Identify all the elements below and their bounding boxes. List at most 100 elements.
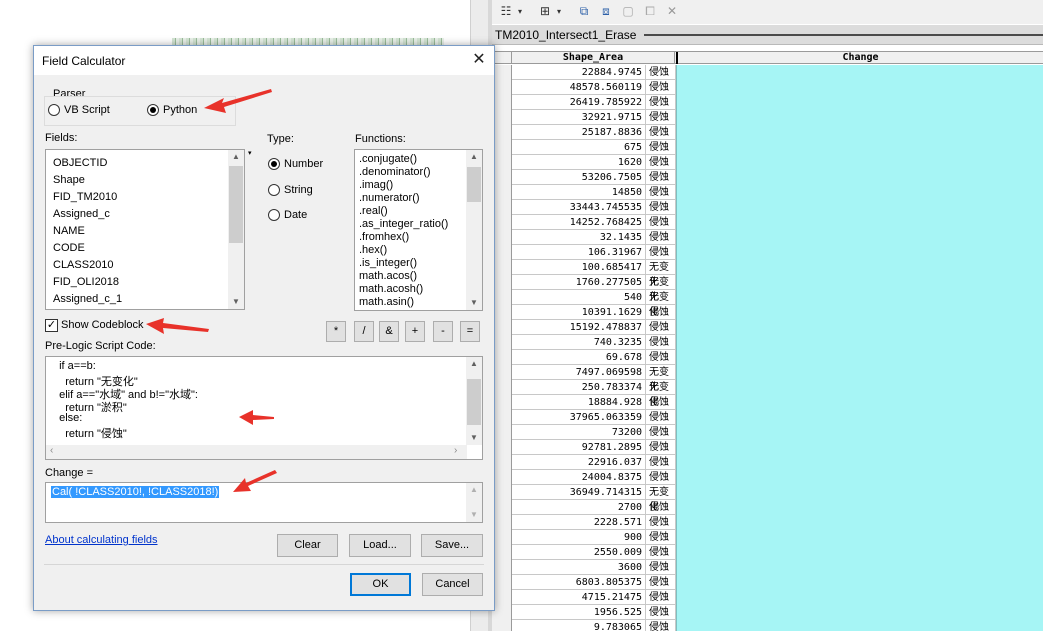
cell-change[interactable]: 侵蚀: [647, 545, 676, 560]
cell-shape-area[interactable]: 25187.8836: [512, 125, 646, 140]
field-item[interactable]: FID_TM2010: [53, 191, 117, 203]
table-row[interactable]: 37965.063359 侵蚀: [492, 410, 1043, 425]
scroll-down-icon[interactable]: ▼: [466, 296, 482, 310]
chevron-down-icon[interactable]: ▾: [248, 149, 252, 157]
cell-shape-area[interactable]: 1620: [512, 155, 646, 170]
scroll-thumb[interactable]: [467, 167, 481, 202]
cell-shape-area[interactable]: 106.31967: [512, 245, 646, 260]
row-selector[interactable]: [492, 365, 512, 380]
select-by-attributes-icon[interactable]: ⧉: [576, 3, 592, 20]
cell-change-highlight[interactable]: [676, 110, 1043, 125]
function-item[interactable]: .denominator(): [359, 166, 431, 178]
row-selector[interactable]: [492, 350, 512, 365]
cell-change[interactable]: 侵蚀: [647, 620, 676, 631]
cell-change[interactable]: 侵蚀: [647, 320, 676, 335]
table-row[interactable]: 69.678 侵蚀: [492, 350, 1043, 365]
cell-shape-area[interactable]: 100.685417: [512, 260, 646, 275]
load-button[interactable]: Load...: [349, 534, 411, 557]
cell-change-highlight[interactable]: [676, 410, 1043, 425]
cell-change-highlight[interactable]: [676, 215, 1043, 230]
cell-change-highlight[interactable]: [676, 455, 1043, 470]
field-item[interactable]: FID_OLI2018: [53, 276, 119, 288]
cell-change[interactable]: 侵蚀: [647, 455, 676, 470]
cell-shape-area[interactable]: 4715.21475: [512, 590, 646, 605]
cell-change[interactable]: 侵蚀: [647, 155, 676, 170]
cell-change-highlight[interactable]: [676, 575, 1043, 590]
table-row[interactable]: 32.1435 侵蚀: [492, 230, 1043, 245]
cell-shape-area[interactable]: 33443.745535: [512, 200, 646, 215]
function-item[interactable]: .imag(): [359, 179, 393, 191]
expression-textarea[interactable]: Cal( !CLASS2010!, !CLASS2018!) ▲ ▼: [45, 482, 483, 523]
row-selector[interactable]: [492, 530, 512, 545]
table-row[interactable]: 2228.571 侵蚀: [492, 515, 1043, 530]
cell-change-highlight[interactable]: [676, 380, 1043, 395]
radio-python[interactable]: [147, 104, 159, 116]
table-row[interactable]: 1760.277505 无变化: [492, 275, 1043, 303]
cell-change[interactable]: 侵蚀: [647, 65, 676, 80]
cell-change[interactable]: 侵蚀: [647, 440, 676, 455]
row-selector[interactable]: [492, 215, 512, 230]
radio-date-label[interactable]: Date: [284, 209, 307, 221]
scroll-down-icon[interactable]: ▼: [466, 431, 482, 445]
cell-change[interactable]: 侵蚀: [647, 515, 676, 530]
prelogic-script-textarea[interactable]: ▲ ▼ ‹ › if a==b: return "无变化" elif a=="水…: [45, 356, 483, 460]
column-header-shape-area[interactable]: Shape_Area: [512, 52, 675, 64]
cell-change-highlight[interactable]: [676, 590, 1043, 605]
function-item[interactable]: .as_integer_ratio(): [359, 218, 448, 230]
zoom-to-selected-icon[interactable]: ⧠: [642, 3, 658, 20]
row-selector[interactable]: [492, 515, 512, 530]
cell-shape-area[interactable]: 18884.928: [512, 395, 646, 410]
row-selector[interactable]: [492, 590, 512, 605]
row-selector[interactable]: [492, 275, 512, 290]
radio-number[interactable]: [268, 158, 280, 170]
row-selector[interactable]: [492, 170, 512, 185]
cell-change-highlight[interactable]: [676, 320, 1043, 335]
scroll-up-icon[interactable]: ▲: [466, 483, 482, 497]
cell-change-highlight[interactable]: [676, 620, 1043, 631]
row-selector[interactable]: [492, 575, 512, 590]
row-selector[interactable]: [492, 470, 512, 485]
cell-change[interactable]: 侵蚀: [647, 335, 676, 350]
cell-change-highlight[interactable]: [676, 335, 1043, 350]
cell-change[interactable]: 侵蚀: [647, 230, 676, 245]
function-item[interactable]: .is_integer(): [359, 257, 417, 269]
table-row[interactable]: 540 无变化: [492, 290, 1043, 318]
cell-change-highlight[interactable]: [676, 305, 1043, 320]
delete-selected-icon[interactable]: ✕: [664, 3, 680, 20]
row-selector[interactable]: [492, 410, 512, 425]
operator-minus-button[interactable]: -: [433, 321, 453, 342]
cell-change-highlight[interactable]: [676, 560, 1043, 575]
field-item[interactable]: CLASS2010: [53, 259, 114, 271]
cell-change[interactable]: 侵蚀: [647, 95, 676, 110]
cell-shape-area[interactable]: 1956.525: [512, 605, 646, 620]
field-item[interactable]: NAME: [53, 225, 85, 237]
table-row[interactable]: 250.783374 无变化: [492, 380, 1043, 408]
cell-shape-area[interactable]: 22884.9745: [512, 65, 646, 80]
function-item[interactable]: math.acos(): [359, 270, 417, 282]
cell-change-highlight[interactable]: [676, 230, 1043, 245]
cell-change[interactable]: 侵蚀: [647, 425, 676, 440]
row-selector[interactable]: [492, 425, 512, 440]
cell-shape-area[interactable]: 250.783374: [512, 380, 646, 395]
cell-change-highlight[interactable]: [676, 260, 1043, 275]
row-selector[interactable]: [492, 485, 512, 500]
related-tables-icon[interactable]: ⊞: [536, 3, 554, 20]
field-item[interactable]: Assigned_c: [53, 208, 110, 220]
cell-change-highlight[interactable]: [676, 140, 1043, 155]
row-selector[interactable]: [492, 125, 512, 140]
row-selector[interactable]: [492, 545, 512, 560]
cell-change[interactable]: 侵蚀: [647, 245, 676, 260]
about-calculating-fields-link[interactable]: About calculating fields: [45, 534, 158, 546]
row-selector[interactable]: [492, 155, 512, 170]
radio-string[interactable]: [268, 184, 280, 196]
cell-change-highlight[interactable]: [676, 530, 1043, 545]
row-selector[interactable]: [492, 290, 512, 305]
table-row[interactable]: 14252.768425 侵蚀: [492, 215, 1043, 230]
table-row[interactable]: 675 侵蚀: [492, 140, 1043, 155]
operator-divide-button[interactable]: /: [354, 321, 374, 342]
cell-change-highlight[interactable]: [676, 485, 1043, 500]
chevron-down-icon[interactable]: ▾: [555, 3, 563, 20]
cell-shape-area[interactable]: 37965.063359: [512, 410, 646, 425]
operator-equals-button[interactable]: =: [460, 321, 480, 342]
table-row[interactable]: 26419.785922 侵蚀: [492, 95, 1043, 110]
